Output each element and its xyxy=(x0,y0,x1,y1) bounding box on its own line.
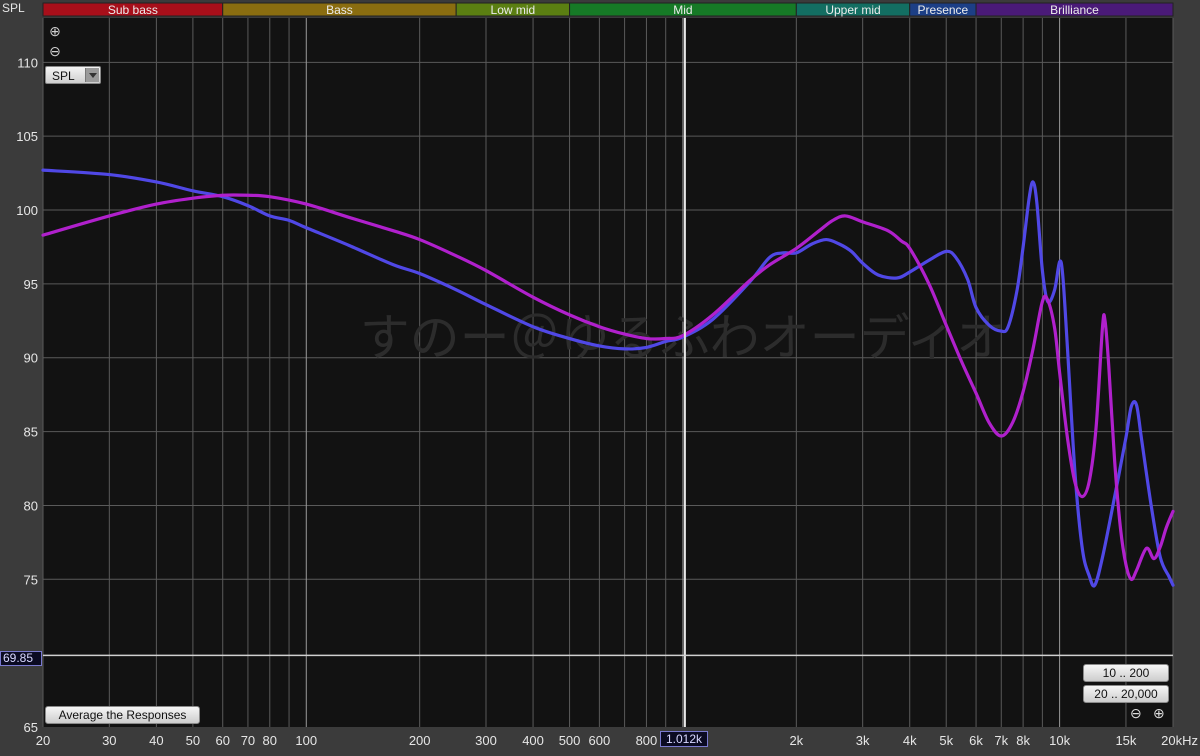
x-tick-label: 4k xyxy=(903,733,917,748)
x-tick-label: 500 xyxy=(559,733,581,748)
y-tick-label: 95 xyxy=(24,277,38,292)
x-tick-label: 40 xyxy=(149,733,163,748)
y-tick-label: 80 xyxy=(24,498,38,513)
x-tick-label: 15k xyxy=(1115,733,1136,748)
x-tick-label: 30 xyxy=(102,733,116,748)
band-label: Mid xyxy=(673,3,692,17)
min-level-readout[interactable]: 69.85 xyxy=(0,651,42,666)
band-label: Upper mid xyxy=(825,3,880,17)
x-tick-label: 3k xyxy=(856,733,870,748)
band-label: Bass xyxy=(326,3,353,17)
zoom-out-icon[interactable]: ⊖ xyxy=(1130,705,1142,722)
x-tick-label: 20 xyxy=(36,733,50,748)
chevron-down-icon[interactable] xyxy=(85,68,99,82)
range-10-200-button[interactable]: 10 .. 200 xyxy=(1083,664,1169,682)
band-label: Sub bass xyxy=(108,3,158,17)
x-tick-label: 70 xyxy=(241,733,255,748)
band-label: Brilliance xyxy=(1050,3,1099,17)
x-tick-label: 20kHz xyxy=(1161,733,1198,748)
measurement-type-select[interactable]: SPL xyxy=(45,66,101,84)
zoom-out-icon[interactable]: ⊖ xyxy=(48,44,62,58)
x-tick-label: 100 xyxy=(295,733,317,748)
x-tick-label: 2k xyxy=(789,733,803,748)
zoom-in-icon[interactable]: ⊕ xyxy=(1153,705,1165,722)
x-tick-label: 10k xyxy=(1049,733,1070,748)
x-tick-label: 300 xyxy=(475,733,497,748)
average-responses-button[interactable]: Average the Responses xyxy=(45,706,200,724)
x-tick-label: 50 xyxy=(186,733,200,748)
range-20-20000-button[interactable]: 20 .. 20,000 xyxy=(1083,685,1169,703)
x-tick-label: 800 xyxy=(636,733,658,748)
y-tick-label: 110 xyxy=(17,55,38,70)
x-tick-label: 6k xyxy=(969,733,983,748)
x-tick-label: 400 xyxy=(522,733,544,748)
x-tick-label: 80 xyxy=(263,733,277,748)
x-tick-label: 600 xyxy=(589,733,611,748)
cursor-frequency-readout: 1.012k xyxy=(660,731,708,747)
x-tick-label: 200 xyxy=(409,733,431,748)
band-label: Presence xyxy=(918,3,969,17)
y-tick-label: 85 xyxy=(24,425,38,440)
y-tick-label: 75 xyxy=(24,572,38,587)
frequency-response-window: Sub bass Bass Low mid Mid Upper mid Presence B… xyxy=(0,0,1200,756)
y-tick-label: 100 xyxy=(16,203,38,218)
band-label: Low mid xyxy=(491,3,536,17)
select-value: SPL xyxy=(52,69,75,83)
x-tick-label: 60 xyxy=(215,733,229,748)
y-tick-label: 90 xyxy=(24,351,38,366)
x-tick-label: 5k xyxy=(939,733,953,748)
y-tick-label: 105 xyxy=(16,129,38,144)
y-axis-label: SPL xyxy=(2,1,25,15)
zoom-in-icon[interactable]: ⊕ xyxy=(48,24,62,38)
x-tick-label: 7k xyxy=(994,733,1008,748)
plot-area[interactable] xyxy=(43,18,1173,727)
x-tick-label: 8k xyxy=(1016,733,1030,748)
frequency-response-chart: Sub bass Bass Low mid Mid Upper mid Presence B… xyxy=(16,2,1198,748)
